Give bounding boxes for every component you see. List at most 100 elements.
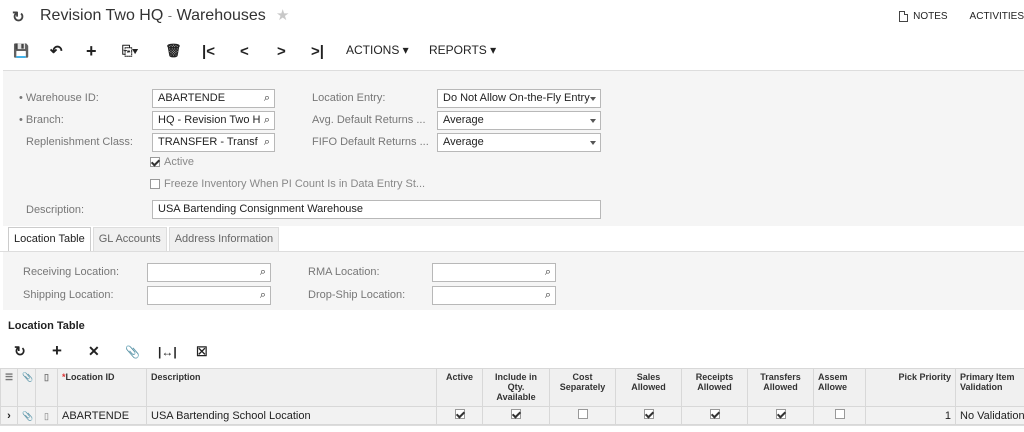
export-excel-icon[interactable]: ☒	[196, 344, 208, 360]
location-table-title: Location Table	[8, 320, 85, 332]
row-description[interactable]: USA Bartending School Location	[146, 406, 437, 425]
fit-columns-icon[interactable]: |↔|	[158, 345, 177, 359]
add-icon[interactable]: +	[86, 38, 97, 64]
sales-allowed-header[interactable]: Sales Allowed	[615, 368, 682, 407]
table-row[interactable]: › 📎 ▯ ABARTENDE USA Bartending School Lo…	[0, 406, 1024, 425]
search-icon[interactable]: ⌕	[260, 289, 266, 302]
include-qty-header[interactable]: Include in Qty. Available	[482, 368, 550, 407]
primary-validation-header[interactable]: Primary Item Validation	[955, 368, 1024, 407]
branch-input[interactable]: HQ - Revision Two H ⌕	[152, 111, 275, 130]
actions-menu[interactable]: ACTIONS ▾	[346, 43, 409, 57]
location-id-header[interactable]: *Location ID	[57, 368, 147, 407]
tab-address-information[interactable]: Address Information	[168, 227, 280, 251]
search-icon[interactable]: ⌕	[545, 289, 551, 302]
refresh-icon[interactable]: ↻	[14, 343, 26, 360]
row-receipts-allowed-checkbox[interactable]	[681, 406, 748, 425]
search-icon[interactable]: ⌕	[264, 92, 270, 105]
refresh-icon[interactable]: ↻	[12, 8, 25, 26]
branch-value: HQ - Revision Two H	[158, 114, 261, 126]
save-icon[interactable]: 💾	[13, 38, 29, 64]
warehouse-id-label: • Warehouse ID:	[19, 92, 99, 104]
tab-location-table[interactable]: Location Table	[8, 227, 91, 251]
reports-menu[interactable]: REPORTS ▾	[429, 43, 496, 57]
search-icon[interactable]: ⌕	[545, 266, 551, 279]
delete-row-icon[interactable]: ✕	[88, 343, 100, 360]
search-icon[interactable]: ⌕	[263, 136, 270, 149]
tab-gl-accounts[interactable]: GL Accounts	[92, 227, 167, 251]
check-icon	[775, 409, 786, 419]
add-row-icon[interactable]: +	[52, 341, 62, 361]
warehouse-id-value: ABARTENDE	[158, 92, 226, 104]
title-separator: -	[167, 8, 173, 23]
dropship-location-input[interactable]: ⌕	[432, 286, 556, 305]
description-value: USA Bartending Consignment Warehouse	[158, 203, 364, 215]
delete-icon[interactable]: 🗑	[165, 38, 182, 64]
paperclip-icon: 📎	[22, 372, 34, 382]
branch-label: • Branch:	[19, 114, 64, 126]
unchecked-box-icon	[577, 409, 588, 419]
receipts-allowed-header[interactable]: Receipts Allowed	[681, 368, 748, 407]
active-checkbox[interactable]: Active	[150, 156, 194, 168]
row-note-cell[interactable]: ▯	[35, 406, 58, 425]
actions-label: ACTIONS	[346, 43, 400, 57]
avg-default-returns-select[interactable]: Average	[437, 111, 601, 130]
receiving-location-input[interactable]: ⌕	[147, 263, 271, 282]
last-record-icon[interactable]: >|	[311, 38, 324, 64]
check-icon	[709, 409, 720, 419]
notes-link[interactable]: NOTES	[899, 11, 948, 22]
search-icon[interactable]: ⌕	[263, 114, 270, 127]
shipping-location-label: Shipping Location:	[23, 289, 114, 301]
location-entry-select[interactable]: Do Not Allow On-the-Fly Entry	[437, 89, 601, 108]
rma-location-label: RMA Location:	[308, 266, 380, 278]
row-primary-validation[interactable]: No Validation	[955, 406, 1024, 425]
row-pick-priority[interactable]: 1	[865, 406, 956, 425]
row-assembly-allowed-checkbox[interactable]	[813, 406, 866, 425]
favorite-star-icon[interactable]: ★	[276, 6, 289, 24]
rma-location-input[interactable]: ⌕	[432, 263, 556, 282]
first-record-icon[interactable]: |<	[202, 38, 215, 64]
pick-priority-header[interactable]: Pick Priority	[865, 368, 956, 407]
grid-toolbar: ↻ + ✕ 📎 |↔| ☒	[0, 341, 400, 362]
row-attachment-cell[interactable]: 📎	[17, 406, 36, 425]
check-icon	[454, 409, 465, 419]
description-label: Description:	[26, 204, 85, 216]
paperclip-icon: 📎	[22, 410, 34, 421]
cost-separately-header[interactable]: Cost Separately	[549, 368, 616, 407]
row-transfers-allowed-checkbox[interactable]	[747, 406, 814, 425]
note-icon: ▯	[44, 372, 49, 382]
row-location-id[interactable]: ABARTENDE	[57, 406, 147, 425]
row-cost-separately-checkbox[interactable]	[549, 406, 616, 425]
freeze-inventory-checkbox[interactable]: Freeze Inventory When PI Count Is in Dat…	[150, 178, 425, 190]
shipping-location-input[interactable]: ⌕	[147, 286, 271, 305]
activities-link[interactable]: ACTIVITIES	[970, 11, 1024, 22]
tab-strip: Location Table GL Accounts Address Infor…	[8, 227, 281, 251]
previous-record-icon[interactable]: <	[240, 38, 249, 64]
avg-default-returns-label: Avg. Default Returns ...	[312, 114, 426, 126]
check-icon	[643, 409, 654, 419]
row-sales-allowed-checkbox[interactable]	[615, 406, 682, 425]
attachment-icon[interactable]: 📎	[125, 345, 140, 359]
row-pointer-icon[interactable]: ›	[0, 406, 18, 425]
active-header[interactable]: Active	[436, 368, 483, 407]
row-active-checkbox[interactable]	[436, 406, 483, 425]
assembly-allowed-header[interactable]: Assem Allowe	[813, 368, 866, 407]
grid-header-row: ☰ 📎 ▯ *Location ID Description Active In…	[0, 368, 1024, 407]
row-selector-header[interactable]: ☰	[0, 368, 18, 407]
row-include-qty-checkbox[interactable]	[482, 406, 550, 425]
receiving-location-label: Receiving Location:	[23, 266, 120, 278]
note-icon: ▯	[44, 410, 49, 421]
fifo-default-returns-select[interactable]: Average	[437, 133, 601, 152]
description-header[interactable]: Description	[146, 368, 437, 407]
next-record-icon[interactable]: >	[277, 38, 286, 64]
undo-icon[interactable]: ↶	[50, 38, 63, 64]
location-entry-label: Location Entry:	[312, 92, 386, 104]
warehouse-id-input[interactable]: ABARTENDE ⌕	[152, 89, 275, 108]
page-title: Revision Two HQ - Warehouses	[40, 7, 266, 25]
description-input[interactable]: USA Bartending Consignment Warehouse	[152, 200, 601, 219]
search-icon[interactable]: ⌕	[260, 266, 266, 279]
warehouse-form: • Warehouse ID: ABARTENDE ⌕ • Branch: HQ -…	[3, 70, 1024, 226]
copy-paste-icon[interactable]: ⎘▾	[122, 38, 138, 64]
chevron-down-icon	[590, 97, 596, 101]
replenishment-class-input[interactable]: TRANSFER - Transf ⌕	[152, 133, 275, 152]
transfers-allowed-header[interactable]: Transfers Allowed	[747, 368, 814, 407]
